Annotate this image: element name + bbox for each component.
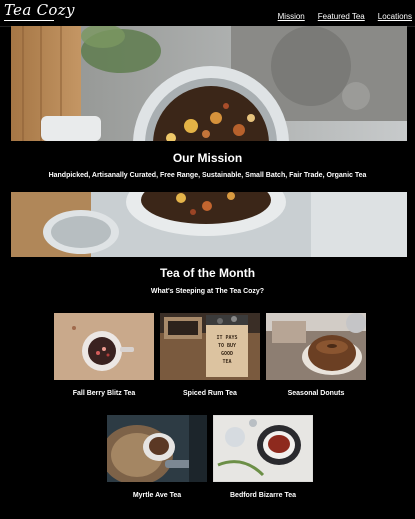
tea-name: Bedford Bizarre Tea [230,492,296,499]
mission-title: Our Mission [172,151,243,165]
tea-name: Spiced Rum Tea [183,390,237,397]
svg-text:IT PAYS: IT PAYS [216,335,237,341]
logo-text: Tea Cozy [4,1,75,19]
tea-image-seasonal-donuts [266,313,366,380]
tea-image-bedford-bizarre [213,415,313,482]
svg-text:TO BUY: TO BUY [218,343,236,349]
tea-card-spiced-rum[interactable]: IT PAYS TO BUY GOOD TEA Spiced Rum Tea [160,313,260,397]
tea-card-bedford-bizarre[interactable]: Bedford Bizarre Tea [213,415,313,499]
nav-link-locations[interactable]: Locations [378,12,412,21]
tea-card-seasonal-donuts[interactable]: Seasonal Donuts [266,313,366,397]
logo-underline [4,20,54,21]
tea-card-myrtle-ave[interactable]: Myrtle Ave Tea [107,415,207,499]
hero-image-bottom [11,192,407,257]
tea-name: Seasonal Donuts [287,390,345,397]
nav-link-mission[interactable]: Mission [278,12,305,21]
tea-image-fall-berry-blitz [54,313,154,380]
hero-image-top [11,26,407,141]
nav-link-featured-tea[interactable]: Featured Tea [318,12,365,21]
tea-name: Fall Berry Blitz Tea [72,390,136,397]
main-nav: Mission Featured Tea Locations [278,12,412,21]
tea-card-fall-berry-blitz[interactable]: Fall Berry Blitz Tea [54,313,154,397]
tea-image-spiced-rum: IT PAYS TO BUY GOOD TEA [160,313,260,380]
mission-subtitle: Handpicked, Artisanally Curated, Free Ra… [48,172,367,179]
tea-of-month-subtitle: What's Steeping at The Tea Cozy? [150,288,265,295]
tea-of-month-title: Tea of the Month [159,266,256,280]
mission-section [0,141,415,192]
site-header: Tea Cozy Mission Featured Tea Locations [0,0,415,27]
svg-text:TEA: TEA [222,359,231,365]
svg-text:GOOD: GOOD [221,351,233,357]
tea-name: Myrtle Ave Tea [132,492,182,499]
logo[interactable]: Tea Cozy [4,1,75,21]
tea-image-myrtle-ave [107,415,207,482]
